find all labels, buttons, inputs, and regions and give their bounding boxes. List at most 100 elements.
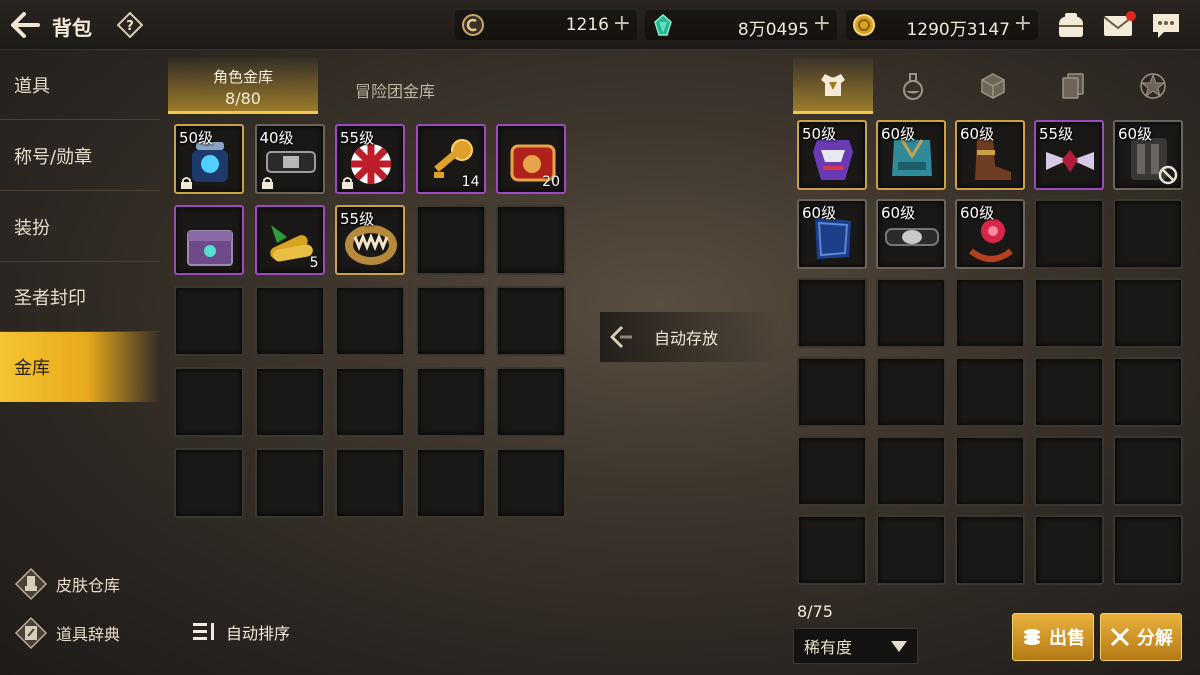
decompose-label: 分解: [1137, 628, 1173, 649]
inventory-empty-slot[interactable]: [1034, 199, 1104, 269]
vault-empty-slot[interactable]: [496, 367, 566, 437]
inventory-empty-slot[interactable]: [797, 436, 867, 506]
vault-empty-slot[interactable]: [174, 367, 244, 437]
tab-cards[interactable]: [1033, 58, 1113, 114]
vault-item-slot[interactable]: 55级: [335, 124, 405, 194]
inventory-item-slot[interactable]: 55级: [1034, 120, 1104, 190]
vault-empty-slot[interactable]: [174, 448, 244, 518]
svg-text:?: ?: [126, 19, 134, 34]
sort-select-value: 稀有度: [804, 638, 853, 657]
item-level-label: 55级: [1039, 125, 1074, 143]
inventory-empty-slot[interactable]: [955, 357, 1025, 427]
tab-character-vault-count: 8/80: [225, 89, 261, 108]
gem-value: 8万0495: [737, 20, 809, 40]
vault-item-slot[interactable]: 55级: [335, 205, 405, 275]
vault-empty-slot[interactable]: [496, 286, 566, 356]
inventory-empty-slot[interactable]: [876, 515, 946, 585]
coins-icon: [1024, 629, 1040, 645]
top-bar: 背包 ? 1216 + 8万0495 + 1290万3147 +: [0, 0, 1200, 50]
inventory-empty-slot[interactable]: [876, 357, 946, 427]
sidebar-item-label: 装扮: [14, 217, 50, 239]
gold-coin-icon: [853, 14, 875, 36]
vault-empty-slot[interactable]: [415, 367, 486, 437]
inventory-empty-slot[interactable]: [1034, 357, 1104, 427]
skin-storage-icon: [14, 567, 48, 601]
inventory-empty-slot[interactable]: [1113, 515, 1183, 585]
inventory-empty-slot[interactable]: [797, 278, 867, 348]
back-arrow-icon: [11, 12, 40, 38]
add-gold-button[interactable]: +: [1014, 11, 1032, 36]
vault-empty-slot[interactable]: [335, 448, 405, 518]
inventory-empty-slot[interactable]: [955, 436, 1025, 506]
vault-empty-slot[interactable]: [496, 448, 566, 518]
inventory-empty-slot[interactable]: [1034, 515, 1104, 585]
vault-empty-slot[interactable]: [254, 448, 325, 518]
vault-empty-slot[interactable]: [335, 367, 405, 437]
sidebar-item-items[interactable]: 道具: [0, 50, 160, 120]
back-button[interactable]: [8, 8, 44, 42]
decompose-button[interactable]: 分解: [1100, 613, 1182, 661]
inventory-empty-slot[interactable]: [955, 278, 1025, 348]
sidebar-item-titles[interactable]: 称号/勋章: [0, 121, 160, 191]
tab-emblem[interactable]: [1113, 58, 1193, 114]
vault-empty-slot[interactable]: [254, 286, 325, 356]
sidebar-item-vault[interactable]: 金库: [0, 332, 160, 402]
add-silver-button[interactable]: +: [613, 11, 631, 36]
cube-tab-icon: [981, 73, 1005, 99]
chat-button[interactable]: [1150, 10, 1182, 40]
vault-empty-slot[interactable]: [254, 367, 325, 437]
inventory-empty-slot[interactable]: [876, 278, 946, 348]
tab-material[interactable]: [953, 58, 1033, 114]
skin-storage-button[interactable]: 皮肤仓库: [14, 567, 120, 601]
vault-item-slot[interactable]: 14: [415, 124, 486, 194]
vault-empty-slot[interactable]: [174, 286, 244, 356]
sidebar-item-seal[interactable]: 圣者封印: [0, 262, 160, 332]
inventory-empty-slot[interactable]: [1034, 278, 1104, 348]
dropdown-arrow-icon: [891, 641, 907, 652]
inventory-empty-slot[interactable]: [1113, 357, 1183, 427]
inventory-empty-slot[interactable]: [1113, 436, 1183, 506]
inventory-empty-slot[interactable]: [1034, 436, 1104, 506]
inventory-item-slot[interactable]: 60级: [955, 120, 1025, 190]
vault-item-slot[interactable]: 50级: [174, 124, 244, 194]
sidebar-item-costume[interactable]: 装扮: [0, 192, 160, 262]
auto-sort-button[interactable]: 自动排序: [192, 620, 290, 644]
chat-icon: [1153, 14, 1179, 38]
tab-team-vault-label: 冒险团金库: [354, 82, 435, 101]
vault-empty-slot[interactable]: [496, 205, 566, 275]
inventory-item-slot[interactable]: 60级: [797, 199, 867, 269]
tab-armor[interactable]: [793, 58, 873, 114]
pouch-button[interactable]: [1055, 10, 1087, 40]
inventory-item-slot[interactable]: 60级: [876, 199, 946, 269]
inventory-empty-slot[interactable]: [797, 357, 867, 427]
sell-button[interactable]: 出售: [1012, 613, 1094, 661]
vault-empty-slot[interactable]: [415, 205, 486, 275]
rarity-sort-dropdown[interactable]: 稀有度: [793, 628, 918, 664]
inventory-empty-slot[interactable]: [1113, 199, 1183, 269]
vault-item-slot[interactable]: 20: [496, 124, 566, 194]
vault-item-slot[interactable]: 40级: [254, 124, 325, 194]
tab-potion[interactable]: [873, 58, 953, 114]
vault-empty-slot[interactable]: [335, 286, 405, 356]
item-level-label: 60级: [1118, 125, 1153, 143]
vault-item-slot[interactable]: [174, 205, 244, 275]
inventory-empty-slot[interactable]: [876, 436, 946, 506]
inventory-item-slot[interactable]: 60级: [876, 120, 946, 190]
tab-team-vault[interactable]: 冒险团金库: [320, 58, 470, 114]
vault-item-slot[interactable]: 5: [254, 205, 325, 275]
inventory-empty-slot[interactable]: [955, 515, 1025, 585]
inventory-item-slot[interactable]: 60级: [1113, 120, 1183, 190]
inventory-empty-slot[interactable]: [1113, 278, 1183, 348]
inventory-empty-slot[interactable]: [797, 515, 867, 585]
item-dictionary-button[interactable]: 道具辞典: [14, 616, 120, 650]
item-dictionary-icon: [14, 616, 48, 650]
mail-button[interactable]: [1102, 10, 1136, 40]
add-gem-button[interactable]: +: [813, 11, 831, 36]
inventory-item-slot[interactable]: 50级: [797, 120, 867, 190]
vault-empty-slot[interactable]: [415, 286, 486, 356]
tab-character-vault[interactable]: 角色金库 8/80: [168, 58, 318, 114]
auto-store-button[interactable]: 自动存放: [600, 312, 780, 362]
vault-empty-slot[interactable]: [415, 448, 486, 518]
inventory-item-slot[interactable]: 60级: [955, 199, 1025, 269]
help-button[interactable]: ?: [116, 11, 144, 39]
